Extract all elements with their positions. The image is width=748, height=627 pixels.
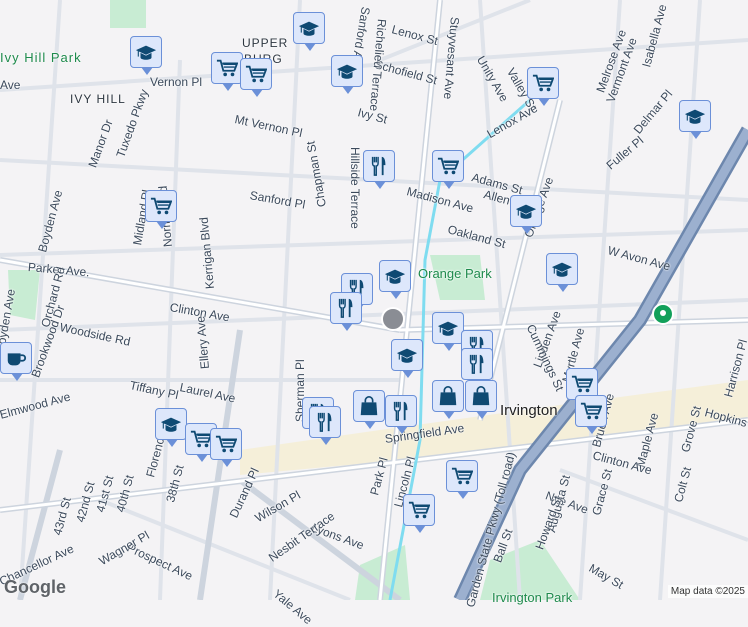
grocery-marker[interactable] (210, 428, 242, 467)
school-marker[interactable] (432, 312, 464, 351)
map-data-attribution[interactable]: Map data ©2025 (667, 585, 748, 598)
street-label: Ave (0, 78, 21, 92)
shopping-icon (439, 386, 457, 406)
street-label: Hillside Terrace (348, 147, 362, 229)
school-icon (437, 321, 459, 336)
school-marker[interactable] (155, 408, 187, 447)
place-ivy-hill-park[interactable]: Ivy Hill Park (0, 50, 82, 65)
restaurant-marker[interactable] (363, 150, 395, 189)
grocery-icon (190, 430, 212, 448)
shopping-marker[interactable] (432, 380, 464, 419)
school-marker[interactable] (130, 36, 162, 75)
education-poi-icon[interactable] (381, 307, 405, 331)
grocery-marker[interactable] (403, 494, 435, 533)
grocery-marker[interactable] (432, 150, 464, 189)
place-irvington: Irvington (500, 402, 558, 419)
grocery-icon (216, 59, 238, 77)
grocery-icon (215, 435, 237, 453)
school-icon (515, 204, 537, 219)
school-marker[interactable] (293, 12, 325, 51)
grocery-marker[interactable] (145, 190, 177, 229)
school-marker[interactable] (679, 100, 711, 139)
restaurant-icon (317, 412, 332, 432)
school-marker[interactable] (510, 195, 542, 234)
restaurant-marker[interactable] (385, 395, 417, 434)
school-marker[interactable] (331, 55, 363, 94)
grocery-icon (437, 157, 459, 175)
restaurant-icon (469, 354, 484, 374)
school-icon (551, 262, 573, 277)
grocery-marker[interactable] (240, 58, 272, 97)
school-marker[interactable] (391, 339, 423, 378)
cafe-marker[interactable] (0, 342, 32, 381)
grocery-marker[interactable] (211, 52, 243, 91)
cafe-icon (7, 353, 27, 366)
grocery-icon (451, 467, 473, 485)
restaurant-icon (371, 156, 386, 176)
place-orange-park[interactable]: Orange Park (418, 266, 492, 281)
grocery-icon (245, 65, 267, 83)
street-label: Vernon Pl (150, 75, 203, 89)
shopping-icon (360, 396, 378, 416)
grocery-marker[interactable] (575, 395, 607, 434)
restaurant-icon (338, 298, 353, 318)
restaurant-marker[interactable] (330, 292, 362, 331)
shopping-marker[interactable] (353, 390, 385, 429)
shopping-icon (472, 386, 490, 406)
school-icon (160, 417, 182, 432)
school-icon (135, 45, 157, 60)
google-logo: Google (4, 577, 66, 597)
shopping-marker[interactable] (465, 380, 497, 419)
school-icon (298, 21, 320, 36)
school-icon (684, 109, 706, 124)
place-irvington-park[interactable]: Irvington Park (492, 590, 572, 605)
school-icon (336, 64, 358, 79)
school-marker[interactable] (379, 260, 411, 299)
place-ivy-hill: IVY HILL (70, 92, 126, 106)
grocery-icon (580, 402, 602, 420)
restaurant-icon (393, 401, 408, 421)
grocery-marker[interactable] (446, 460, 478, 499)
grocery-icon (150, 197, 172, 215)
school-marker[interactable] (546, 253, 578, 292)
restaurant-marker[interactable] (309, 406, 341, 445)
transit-station-icon[interactable] (652, 303, 674, 325)
school-icon (384, 269, 406, 284)
grocery-marker[interactable] (527, 67, 559, 106)
restaurant-marker[interactable] (461, 348, 493, 387)
grocery-icon (571, 375, 593, 393)
grocery-icon (408, 501, 430, 519)
place-upper: UPPER (242, 36, 289, 50)
school-icon (396, 348, 418, 363)
grocery-icon (532, 74, 554, 92)
